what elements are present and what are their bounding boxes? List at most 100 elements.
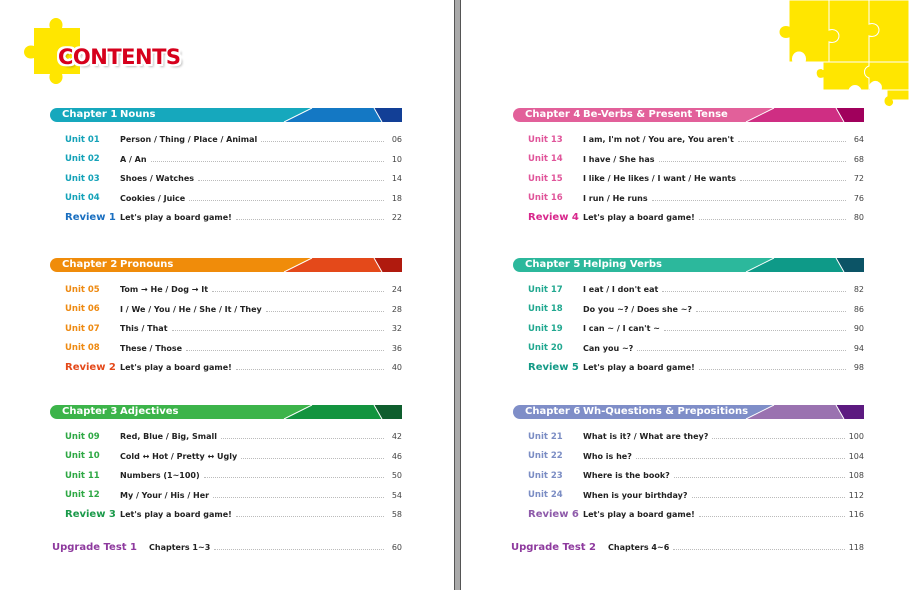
chapter-header-bar[interactable]: Chapter 3 Adjectives <box>50 405 402 419</box>
entry-title: Red, Blue / Big, Small <box>120 432 217 442</box>
unit-entry[interactable]: Unit 22 Who is he? 104 <box>513 447 864 467</box>
chapter-header-bar[interactable]: Chapter 4 Be-Verbs & Present Tense <box>513 108 864 122</box>
entry-list: Unit 21 What is it? / What are they? 100 Un… <box>513 427 864 525</box>
dot-leader <box>186 349 384 351</box>
unit-entry[interactable]: Unit 06 I / We / You / He / She / It / Th… <box>50 300 402 320</box>
entry-label: Unit 06 <box>65 304 100 315</box>
entry-label: Review 1 <box>65 212 116 224</box>
review-entry[interactable]: Review 1 Let's play a board game! 22 <box>50 208 402 228</box>
entry-label: Unit 16 <box>528 193 563 204</box>
unit-entry[interactable]: Unit 08 These / Those 36 <box>50 339 402 359</box>
dot-leader <box>235 516 384 518</box>
unit-entry[interactable]: Unit 12 My / Your / His / Her 54 <box>50 486 402 506</box>
dot-leader <box>265 310 384 312</box>
page-number: 22 <box>391 213 402 223</box>
unit-entry[interactable]: Unit 20 Can you ~? 94 <box>513 339 864 359</box>
review-entry[interactable]: Review 2 Let's play a board game! 40 <box>50 358 402 378</box>
chapter-bar-decoration <box>283 108 402 122</box>
entry-title: Let's play a board game! <box>583 510 695 520</box>
right-page: Chapter 4 Be-Verbs & Present Tense Unit 13… <box>461 0 909 590</box>
chapter-section: Chapter 3 Adjectives Unit 09 Red, Blue / Bi… <box>50 405 402 525</box>
review-entry[interactable]: Review 4 Let's play a board game! 80 <box>513 208 864 228</box>
chapter-header-bar[interactable]: Chapter 6 Wh-Questions & Prepositions <box>513 405 864 419</box>
entry-list: Unit 09 Red, Blue / Big, Small 42 Unit 10 Co… <box>50 427 402 525</box>
dot-leader <box>737 141 846 143</box>
unit-entry[interactable]: Unit 24 When is your birthday? 112 <box>513 486 864 506</box>
chapter-header-bar[interactable]: Chapter 1 Nouns <box>50 108 402 122</box>
entry-title: My / Your / His / Her <box>120 490 210 500</box>
page-number: 40 <box>391 363 402 373</box>
dot-leader <box>261 141 384 143</box>
review-entry[interactable]: Review 3 Let's play a board game! 58 <box>50 505 402 525</box>
entry-title: Tom → He / Dog → It <box>120 285 209 295</box>
entry-label: Unit 12 <box>65 490 100 501</box>
unit-entry[interactable]: Unit 01 Person / Thing / Place / Animal 06 <box>50 130 402 150</box>
chapter-header-bar[interactable]: Chapter 2 Pronouns <box>50 258 402 272</box>
review-entry[interactable]: Review 6 Let's play a board game! 116 <box>513 505 864 525</box>
chapter-title: Wh-Questions & Prepositions <box>583 406 749 417</box>
dot-leader <box>220 438 384 440</box>
entry-title: Can you ~? <box>583 343 634 353</box>
review-entry[interactable]: Review 5 Let's play a board game! 98 <box>513 358 864 378</box>
unit-entry[interactable]: Unit 05 Tom → He / Dog → It 24 <box>50 280 402 300</box>
unit-entry[interactable]: Unit 18 Do you ~? / Does she ~? 86 <box>513 300 864 320</box>
chapter-number: Chapter 5 <box>525 259 581 270</box>
entry-title: I like / He likes / I want / He wants <box>583 174 736 184</box>
entry-title: Shoes / Watches <box>120 174 195 184</box>
upgrade-test-entry[interactable]: Upgrade Test 2 Chapters 4~6 118 <box>511 538 864 556</box>
unit-entry[interactable]: Unit 14 I have / She has 68 <box>513 150 864 170</box>
entry-title: I have / She has <box>583 154 655 164</box>
unit-entry[interactable]: Unit 09 Red, Blue / Big, Small 42 <box>50 427 402 447</box>
entry-title: What is it? / What are they? <box>583 432 709 442</box>
unit-entry[interactable]: Unit 19 I can ~ / I can't ~ 90 <box>513 319 864 339</box>
left-page: CONTENTS Chapter 1 Nouns Unit 01 Person / T… <box>0 0 455 590</box>
entry-label: Review 5 <box>528 362 579 374</box>
unit-entry[interactable]: Unit 04 Cookies / Juice 18 <box>50 189 402 209</box>
chapter-bar-decoration <box>745 258 864 272</box>
page-title: CONTENTS <box>58 45 181 69</box>
page-number: 104 <box>848 451 864 461</box>
dot-leader <box>213 496 384 498</box>
chapter-title: Be-Verbs & Present Tense <box>583 109 728 120</box>
chapter-number: Chapter 1 <box>62 109 118 120</box>
entry-label: Unit 01 <box>65 134 100 145</box>
dot-leader <box>691 496 845 498</box>
entry-list: Unit 17 I eat / I don't eat 82 Unit 18 Do yo… <box>513 280 864 378</box>
unit-entry[interactable]: Unit 07 This / That 32 <box>50 319 402 339</box>
entry-label: Unit 05 <box>65 284 100 295</box>
unit-entry[interactable]: Unit 21 What is it? / What are they? 100 <box>513 427 864 447</box>
unit-entry[interactable]: Unit 23 Where is the book? 108 <box>513 466 864 486</box>
unit-entry[interactable]: Unit 15 I like / He likes / I want / He w… <box>513 169 864 189</box>
entry-title: This / That <box>120 324 168 334</box>
entry-title: Let's play a board game! <box>120 510 232 520</box>
unit-entry[interactable]: Unit 03 Shoes / Watches 14 <box>50 169 402 189</box>
page-number: 36 <box>391 343 402 353</box>
chapter-title: Pronouns <box>120 259 174 270</box>
chapter-section: Chapter 6 Wh-Questions & Prepositions Unit… <box>513 405 864 525</box>
entry-label: Unit 08 <box>65 343 100 354</box>
chapter-section: Chapter 4 Be-Verbs & Present Tense Unit 13… <box>513 108 864 228</box>
page-number: 68 <box>853 154 864 164</box>
page-number: 64 <box>853 135 864 145</box>
unit-entry[interactable]: Unit 17 I eat / I don't eat 82 <box>513 280 864 300</box>
entry-label: Unit 03 <box>65 173 100 184</box>
page-number: 10 <box>391 154 402 164</box>
entry-label: Unit 02 <box>65 154 100 165</box>
entry-label: Review 3 <box>65 509 116 521</box>
entry-title: Let's play a board game! <box>583 213 695 223</box>
chapter-bar-decoration <box>283 258 402 272</box>
dot-leader <box>637 349 846 351</box>
unit-entry[interactable]: Unit 02 A / An 10 <box>50 150 402 170</box>
unit-entry[interactable]: Unit 13 I am, I'm not / You are, You aren… <box>513 130 864 150</box>
unit-entry[interactable]: Unit 11 Numbers (1~100) 50 <box>50 466 402 486</box>
unit-entry[interactable]: Unit 16 I run / He runs 76 <box>513 189 864 209</box>
upgrade-test-title: Chapters 1~3 <box>149 542 211 552</box>
entry-title: Let's play a board game! <box>583 363 695 373</box>
upgrade-test-entry[interactable]: Upgrade Test 1 Chapters 1~3 60 <box>52 538 402 556</box>
page-number: 06 <box>391 135 402 145</box>
dot-leader <box>198 180 384 182</box>
page-number: 46 <box>391 451 402 461</box>
unit-entry[interactable]: Unit 10 Cold ↔ Hot / Pretty ↔ Ugly 46 <box>50 447 402 467</box>
entry-label: Unit 11 <box>65 470 100 481</box>
chapter-header-bar[interactable]: Chapter 5 Helping Verbs <box>513 258 864 272</box>
